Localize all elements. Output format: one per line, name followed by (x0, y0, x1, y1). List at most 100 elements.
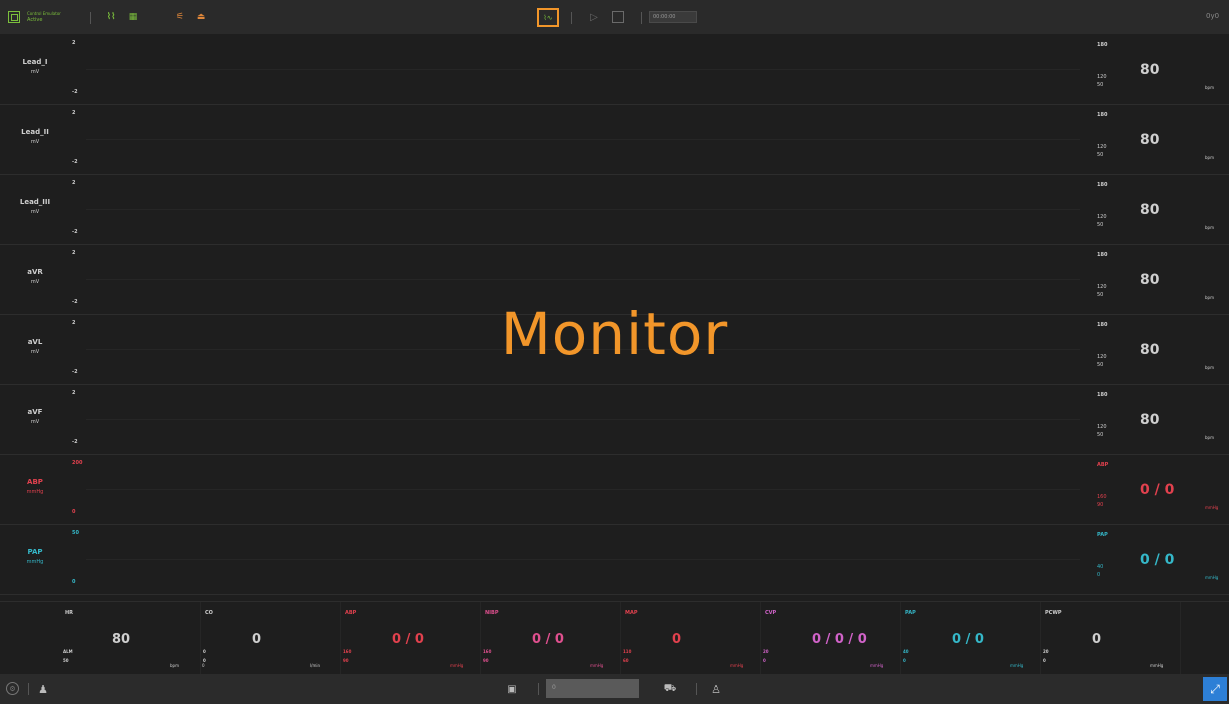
alarm-mid: 120 (1097, 74, 1107, 80)
alarm-high: 180 (1097, 252, 1108, 258)
grid-icon[interactable]: ▦ (126, 10, 140, 24)
parameter-cell: ABP 0 / 0 160 90 mmHg (340, 602, 481, 675)
alarm-sound-icon[interactable]: ⚟ (173, 10, 187, 24)
parameter-limit-high: 40 (903, 649, 909, 654)
alarm-high: ABP (1097, 462, 1109, 468)
top-toolbar: Control Emulator Active ⌇⌇ ▦ ⚟ ⏏ ⌇∿ ▷ 00… (0, 0, 1229, 34)
scenario-icon[interactable]: ▣ (505, 682, 519, 696)
separator (696, 683, 697, 695)
gridline (86, 209, 1080, 210)
separator (571, 12, 572, 24)
parameter-name: ABP (345, 610, 357, 616)
parameter-value: 0 / 0 / 0 (812, 632, 867, 647)
gridline (86, 139, 1080, 140)
parameter-cell: NIBP 0 / 0 160 90 mmHg (480, 602, 621, 675)
parameter-value: 0 / 0 (952, 632, 984, 647)
alarm-mid: 120 (1097, 214, 1107, 220)
scale-bottom: -2 (72, 89, 78, 95)
parameter-cell: PCWP 0 20 0 mmHg (1040, 602, 1181, 675)
lane-value: 80 (1140, 132, 1160, 148)
parameter-limit-low: 0 (203, 658, 206, 663)
lane-name: Lead_II (21, 128, 49, 136)
parameter-limit-low: 60 (623, 658, 629, 663)
scale-top: 2 (72, 110, 76, 116)
parameter-cell: PAP 0 / 0 40 0 mmHg (900, 602, 1041, 675)
parameter-name: CVP (765, 610, 777, 616)
time-display: 00:00:00 (649, 11, 697, 23)
fullscreen-button[interactable]: ⤢ (1203, 677, 1227, 701)
stop-icon[interactable] (612, 11, 624, 23)
user-icon[interactable]: ♟ (36, 681, 50, 697)
parameter-name: CO (205, 610, 213, 616)
lane-unit: mV (30, 139, 40, 145)
parameter-limit-high: 160 (343, 649, 352, 654)
waveform-lane: PAP mmHg 50 0 PAP 40 0 0 / 0 mmHg (0, 524, 1229, 595)
lane-value: 80 (1140, 62, 1160, 78)
parameter-unit: l/min (310, 663, 321, 668)
parameter-unit: mmHg (870, 663, 884, 668)
lane-value-unit: bpm (1205, 435, 1214, 440)
scale-top: 2 (72, 40, 76, 46)
monitor-toggle-button[interactable]: ⌇∿ (537, 8, 559, 27)
parameter-unit: mmHg (1010, 663, 1024, 668)
waveform-icon[interactable]: ⌇⌇ (104, 10, 118, 24)
parameter-name: HR (65, 610, 74, 616)
play-icon[interactable]: ▷ (588, 10, 600, 24)
gridline (86, 69, 1080, 70)
parameter-unit: mmHg (730, 663, 744, 668)
status-bar: ⚙ ♟ ▣ 0 ⛟ ♙ ⤢ (0, 674, 1229, 704)
parameter-unit: bpm (170, 663, 179, 668)
parameter-unit: mmHg (1150, 663, 1164, 668)
stamp-icon[interactable]: ♙ (709, 681, 723, 697)
parameter-limit-high: 110 (623, 649, 632, 654)
alarm-low: 50 (1097, 82, 1104, 88)
waveform-lane: Lead_III mV 2 -2 180 120 50 80 bpm (0, 174, 1229, 245)
vehicle-icon[interactable]: ⛟ (663, 682, 677, 696)
parameter-name: MAP (625, 610, 638, 616)
alarm-mid: 120 (1097, 424, 1107, 430)
scale-top: 200 (72, 460, 83, 466)
parameter-limit-low: 0 (1043, 658, 1046, 663)
monitor-layout-icon[interactable] (8, 11, 20, 23)
lane-value: 0 / 0 (1140, 552, 1175, 568)
parameter-limit-high: 20 (763, 649, 769, 654)
alarm-low: 50 (1097, 292, 1104, 298)
record-icon[interactable]: ⏏ (194, 10, 208, 24)
lane-value-unit: mmHg (1205, 505, 1219, 510)
parameter-cell: CVP 0 / 0 / 0 20 0 mmHg (760, 602, 901, 675)
alarm-high: 180 (1097, 392, 1108, 398)
parameter-limit-low: 90 (343, 658, 349, 663)
settings-icon[interactable]: ⚙ (6, 682, 19, 695)
alarm-high: 180 (1097, 112, 1108, 118)
parameter-name: PCWP (1045, 610, 1062, 616)
lane-name: PAP (27, 548, 43, 556)
scale-bottom: -2 (72, 439, 78, 445)
alarm-low: 0 (1097, 572, 1101, 578)
parameter-cell: HR 80 ALM 50 bpm 0 (60, 602, 205, 675)
separator (90, 12, 91, 24)
alarm-high: PAP (1097, 532, 1108, 538)
gridline (86, 279, 1080, 280)
parameter-limit-high: 20 (1043, 649, 1049, 654)
scale-top: 2 (72, 180, 76, 186)
lane-value: 80 (1140, 202, 1160, 218)
parameter-value: 0 / 0 (532, 632, 564, 647)
search-field[interactable]: 0 (546, 679, 639, 698)
parameter-name: NIBP (485, 610, 499, 616)
alarm-low: 50 (1097, 222, 1104, 228)
scale-bottom: -2 (72, 229, 78, 235)
gridline (86, 489, 1080, 490)
parameter-limit-high: 160 (483, 649, 492, 654)
parameter-name: PAP (905, 610, 916, 616)
waveform-lane: Lead_II mV 2 -2 180 120 50 80 bpm (0, 104, 1229, 175)
parameter-limit-low: 0 (903, 658, 906, 663)
lane-value-unit: bpm (1205, 155, 1214, 160)
lane-value: 0 / 0 (1140, 482, 1175, 498)
lane-name: aVR (27, 268, 43, 276)
parameter-strip: HR 80 ALM 50 bpm 0 CO 0 0 0 l/min ABP 0 … (0, 601, 1229, 675)
parameter-limit-low: 50 (63, 658, 69, 663)
parameter-cell: CO 0 0 0 l/min (200, 602, 341, 675)
lane-value-unit: bpm (1205, 85, 1214, 90)
parameter-value: 0 (672, 632, 682, 647)
right-menu-icon[interactable]: 0y0 (1206, 12, 1219, 20)
